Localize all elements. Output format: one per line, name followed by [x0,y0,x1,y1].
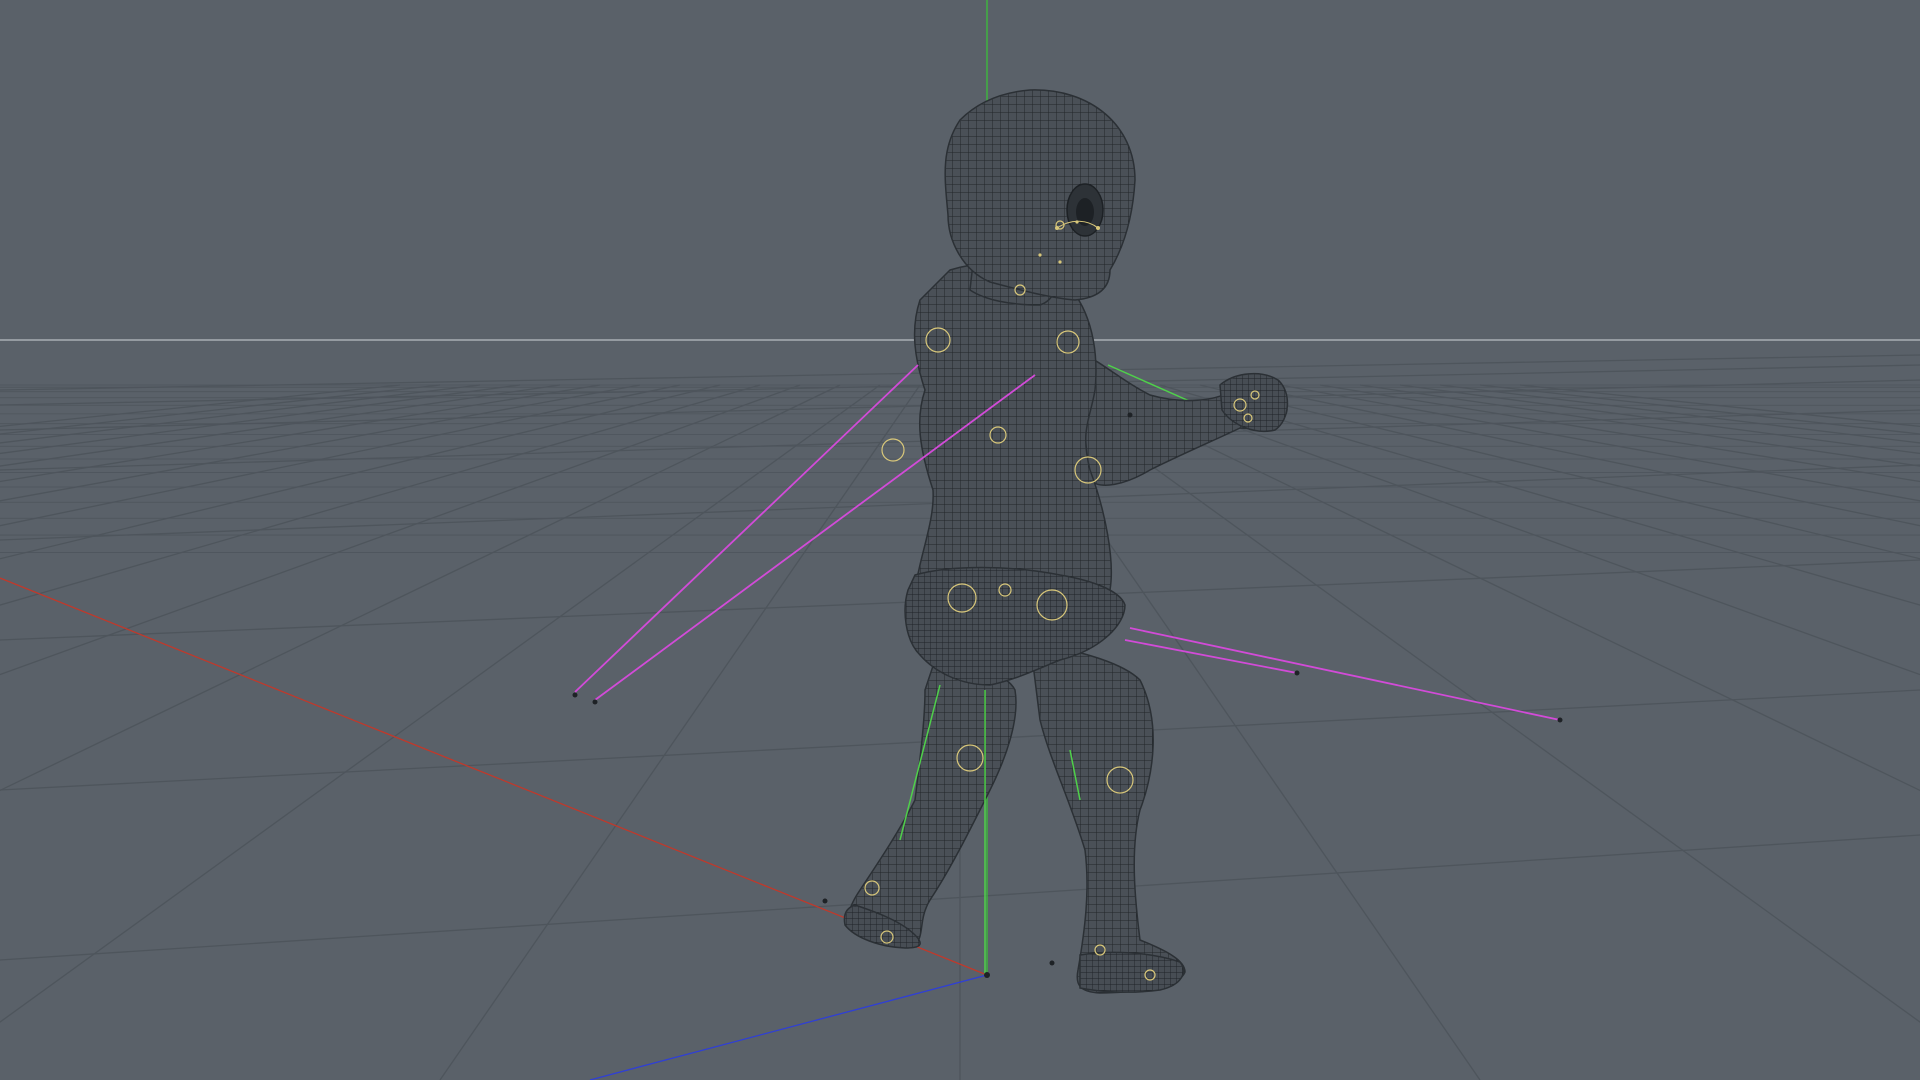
3d-viewport[interactable] [0,0,1920,1080]
ik-target-point [1557,717,1563,723]
ik-target-point [1127,412,1133,418]
ik-target-point [1049,960,1055,966]
ik-target-point [1294,670,1300,676]
world-origin-point [984,972,990,978]
ik-target-point [572,692,578,698]
mesh-torso [913,262,1113,593]
mesh-head [944,89,1136,301]
ik-target-point [592,699,598,705]
mesh-foot-right [1079,951,1185,993]
ik-target-point [822,898,828,904]
